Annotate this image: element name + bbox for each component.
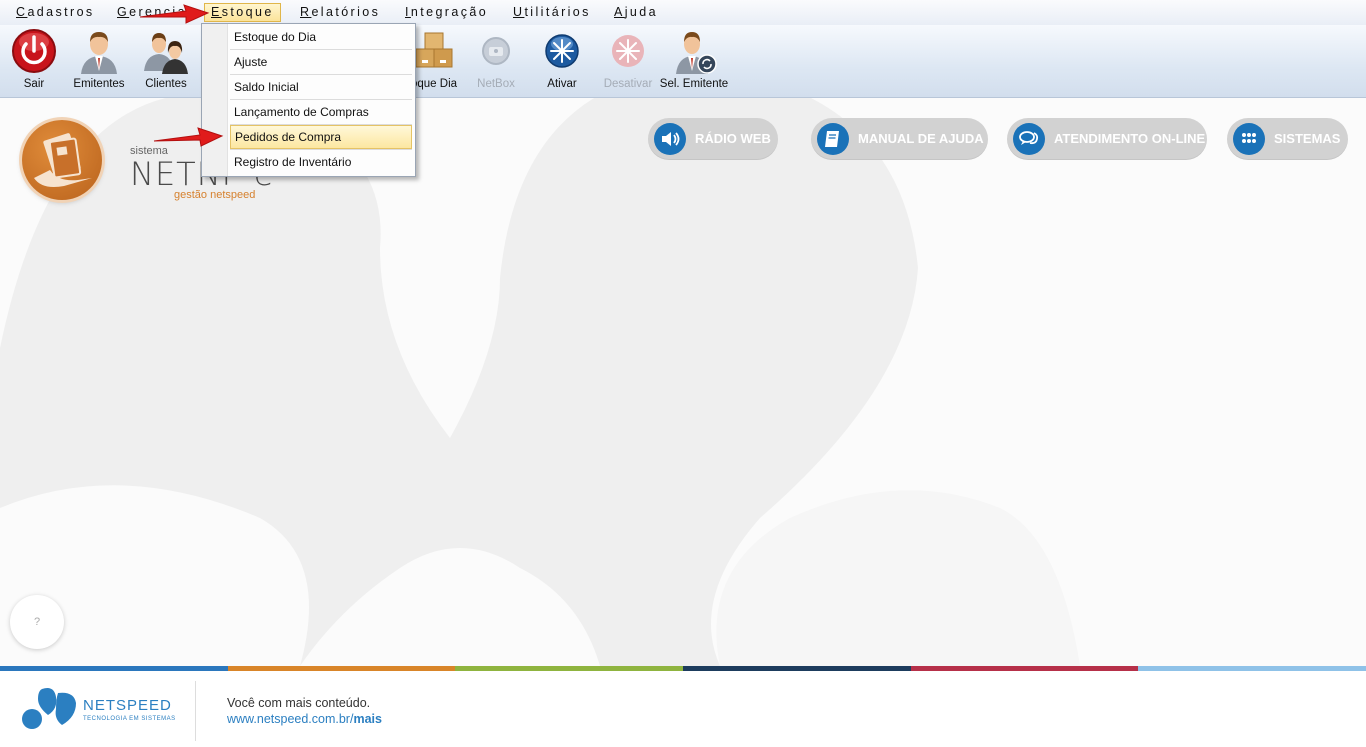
- main-area: sistema NETNF-e gestão netspeed RÁDIO WE…: [0, 98, 1366, 666]
- sistemas-button[interactable]: SISTEMAS: [1227, 118, 1348, 160]
- document-stack-icon: [34, 133, 92, 187]
- annotation-arrow-icon: [153, 127, 224, 147]
- menuitem-pedidos-de-compra[interactable]: Pedidos de Compra: [230, 125, 412, 149]
- radio-web-button[interactable]: RÁDIO WEB: [648, 118, 778, 160]
- footer: NETSPEED TECNOLOGIA EM SISTEMAS Você com…: [0, 671, 1366, 747]
- power-icon: [12, 29, 56, 73]
- manual-de-ajuda-button[interactable]: MANUAL DE AJUDA: [811, 118, 988, 160]
- netbox-icon: [482, 37, 510, 65]
- menu-ajuda[interactable]: Ajuda: [612, 3, 660, 22]
- chat-icon: [1013, 123, 1045, 155]
- user-icon: [81, 32, 117, 74]
- menu-integracao[interactable]: Integração: [403, 3, 490, 22]
- menuitem-estoque-do-dia[interactable]: Estoque do Dia: [230, 25, 412, 49]
- menuitem-ajuste[interactable]: Ajuste: [230, 50, 412, 74]
- footer-link[interactable]: www.netspeed.com.br/mais: [227, 712, 382, 726]
- select-issuer-icon: [676, 32, 717, 74]
- sel-emitente-label: Sel. Emitente: [659, 78, 729, 90]
- boxes-icon: [415, 32, 453, 68]
- help-button[interactable]: ?: [10, 595, 64, 649]
- sel-emitente-button[interactable]: Sel. Emitente: [660, 25, 728, 97]
- footer-url-prefix: www.netspeed.com.br/: [227, 712, 354, 726]
- book-icon: [817, 123, 849, 155]
- menuitem-saldo-inicial[interactable]: Saldo Inicial: [230, 75, 412, 99]
- manual-de-ajuda-label: MANUAL DE AJUDA: [858, 131, 984, 146]
- footer-company-sub: TECNOLOGIA EM SISTEMAS: [83, 716, 176, 722]
- dropdown-gutter: [202, 24, 228, 176]
- menu-estoque[interactable]: Estoque: [204, 3, 281, 22]
- menuitem-lancamento-de-compras[interactable]: Lançamento de Compras: [230, 100, 412, 124]
- footer-company: NETSPEED: [83, 697, 172, 714]
- atendimento-online-button[interactable]: ATENDIMENTO ON-LINE: [1007, 118, 1207, 160]
- atendimento-online-label: ATENDIMENTO ON-LINE: [1054, 131, 1206, 146]
- estoque-dropdown: Estoque do Dia Ajuste Saldo Inicial Lanç…: [201, 23, 416, 177]
- app-logo: [22, 120, 102, 200]
- brand-tagline: gestão netspeed: [174, 189, 256, 201]
- menu-relatorios[interactable]: Relatórios: [298, 3, 382, 22]
- clientes-label: Clientes: [145, 78, 187, 90]
- menuitem-registro-de-inventario[interactable]: Registro de Inventário: [230, 150, 412, 174]
- radio-web-label: RÁDIO WEB: [695, 131, 771, 146]
- netspeed-logo-icon: [22, 688, 76, 729]
- sistemas-label: SISTEMAS: [1274, 131, 1341, 146]
- clientes-button[interactable]: Clientes: [133, 25, 199, 97]
- activate-icon: [545, 34, 579, 68]
- footer-tagline: Você com mais conteúdo.: [227, 696, 371, 710]
- speaker-icon: [654, 123, 686, 155]
- annotation-arrow-icon: [139, 4, 210, 24]
- grid-icon: [1233, 123, 1265, 155]
- deactivate-icon: [612, 35, 644, 67]
- footer-divider: [195, 681, 196, 741]
- menu-utilitarios[interactable]: Utilitários: [511, 3, 593, 22]
- menu-cadastros[interactable]: Cadastros: [14, 3, 97, 22]
- footer-url-bold: mais: [353, 712, 382, 726]
- users-icon: [144, 33, 188, 74]
